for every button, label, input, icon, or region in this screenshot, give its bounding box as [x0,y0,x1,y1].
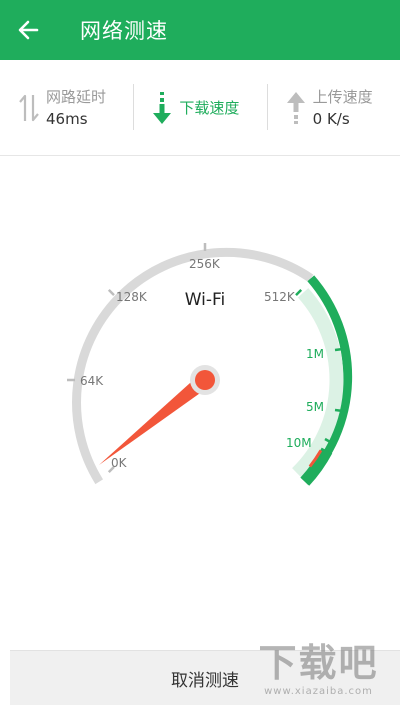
latency-label: 网路延时 [46,87,107,106]
tick-label-1m: 1M [306,347,324,361]
up-down-arrows-icon [16,88,42,128]
cancel-test-label: 取消测速 [171,670,239,691]
app-bar: 网络测速 [0,0,400,60]
upload-arrow-icon [283,88,309,128]
tick-label-128k: 128K [116,290,148,304]
speed-gauge: 0K 64K 128K 256K 512K 1M 5M 10M Wi-Fi [67,243,353,486]
upload-value: 0 K/s [312,109,350,128]
tick-label-256k: 256K [189,257,221,271]
tick-label-10m: 10M [286,436,312,450]
needle-hub [195,370,215,390]
tick-label-512k: 512K [264,290,296,304]
stat-latency: 网路延时 46ms [0,60,133,155]
download-label: 下载速度 [179,98,240,117]
tick-label-64k: 64K [80,374,104,388]
download-arrow-icon [149,88,175,128]
gauge-track [72,247,314,485]
cancel-test-button[interactable]: 取消测速 [10,650,400,705]
upload-label: 上传速度 [312,87,373,106]
stat-download: 下载速度 [133,60,266,155]
arrow-left-icon [18,20,39,40]
tick-label-0k: 0K [111,456,128,470]
back-button[interactable] [0,0,56,60]
latency-value: 46ms [46,109,88,128]
tick-label-5m: 5M [306,400,324,414]
stat-upload: 上传速度 0 K/s [266,60,400,155]
speed-stats-row: 网路延时 46ms 下载速度 上传速度 0 K/s [0,60,400,156]
network-type-label: Wi-Fi [185,290,226,310]
page-title: 网络测速 [80,19,168,43]
